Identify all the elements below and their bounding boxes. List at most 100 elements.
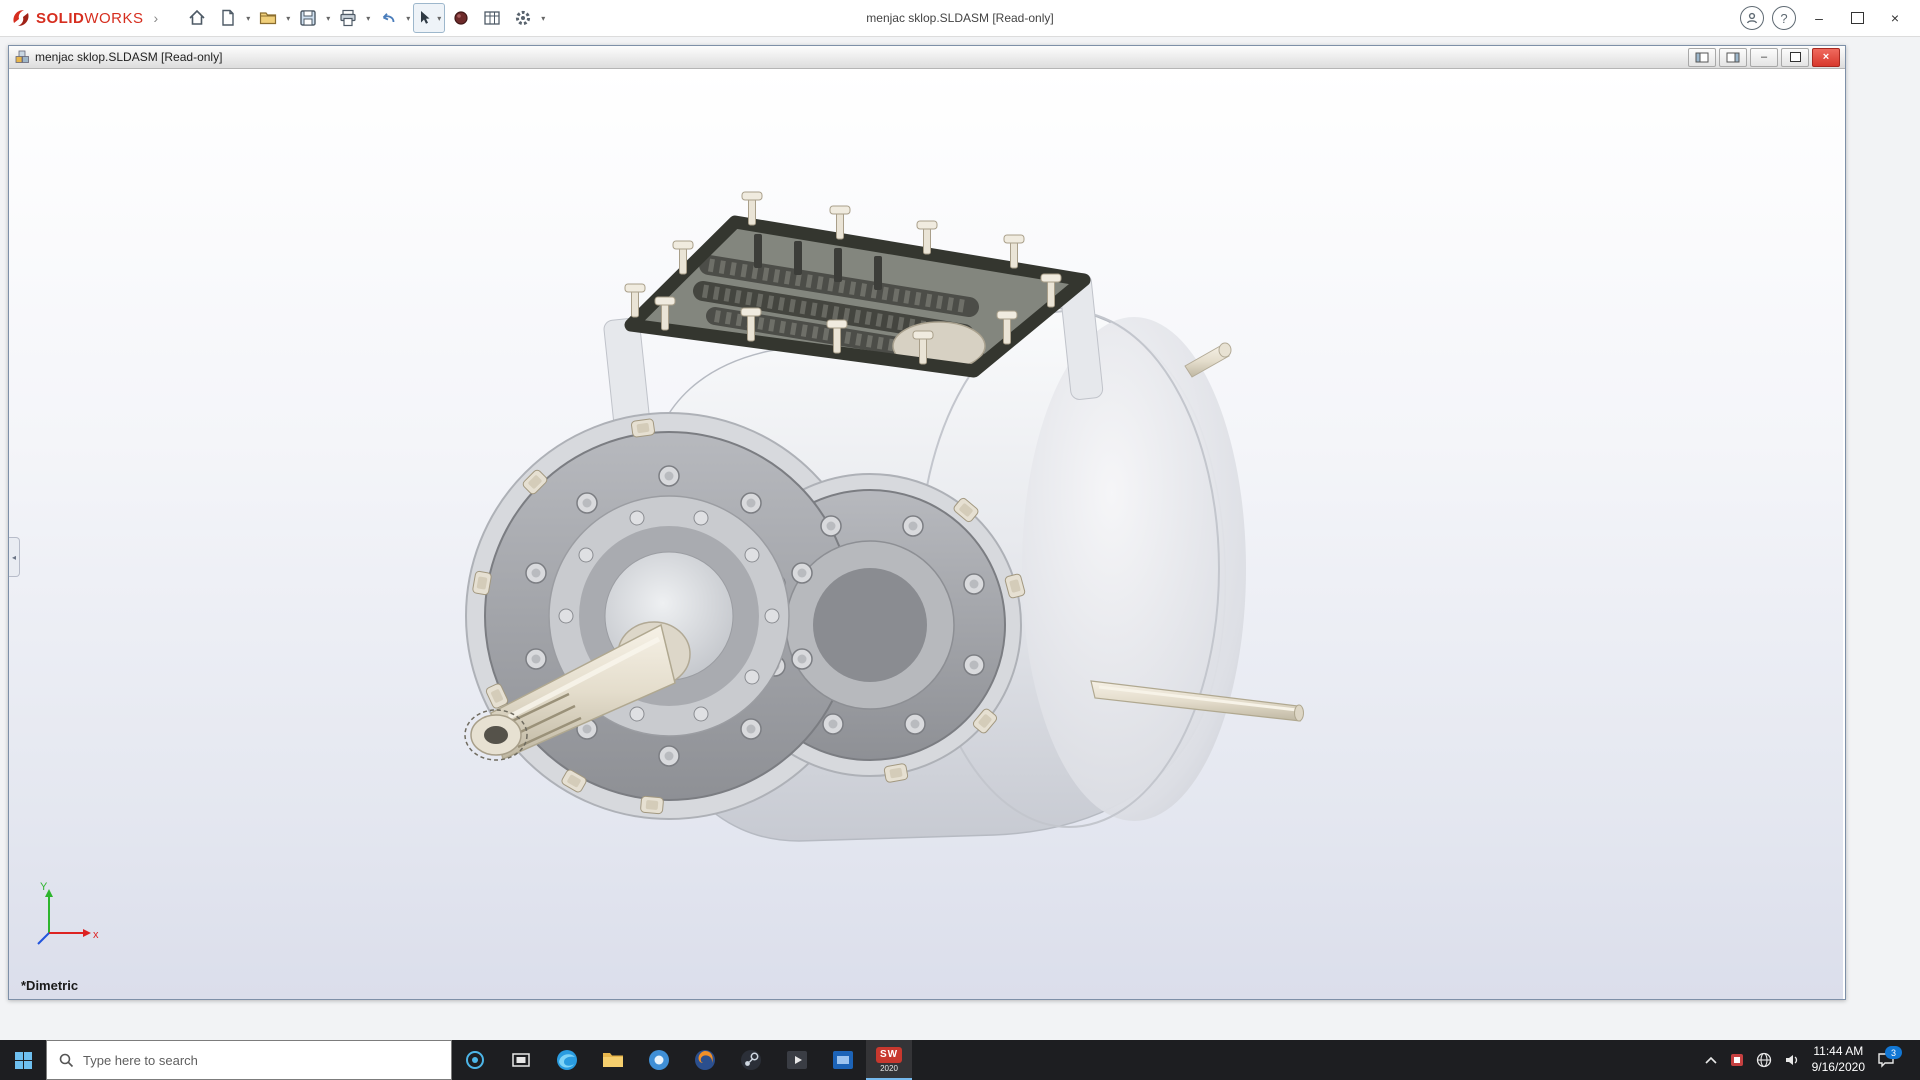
help-icon: ? — [1780, 11, 1787, 26]
select-dropdown-icon[interactable]: ▾ — [435, 14, 443, 23]
app-maximize-button[interactable] — [1842, 5, 1872, 31]
design-table-button[interactable] — [477, 3, 507, 33]
tray-expand-icon[interactable] — [1704, 1055, 1718, 1065]
skype-icon[interactable] — [636, 1040, 682, 1080]
taskbar: Type here to search — [0, 1040, 1920, 1080]
document-window-controls: – × — [1688, 48, 1840, 67]
firefox-icon[interactable] — [682, 1040, 728, 1080]
home-button[interactable] — [182, 3, 212, 33]
select-tool-button[interactable]: ▾ — [413, 3, 445, 33]
resource-monitor-icon[interactable] — [1730, 1053, 1744, 1067]
graphics-viewport[interactable]: ◂ Y x *Dimetric — [9, 69, 1843, 999]
new-document-icon — [218, 8, 238, 28]
save-dropdown-icon[interactable]: ▾ — [324, 14, 332, 23]
x-axis-arrow — [83, 929, 91, 937]
pane-left-icon — [1695, 52, 1709, 63]
select-cursor-icon — [415, 8, 435, 28]
pane-right-icon — [1726, 52, 1740, 63]
search-icon — [59, 1053, 74, 1068]
solidworks-window: SOLIDWORKS › ▾ ▾ ▾ ▾ — [0, 0, 1920, 1080]
brand-works: WORKS — [84, 10, 143, 27]
user-icon — [1745, 11, 1759, 25]
network-icon[interactable] — [1756, 1052, 1772, 1068]
print-icon — [338, 8, 358, 28]
orientation-triad[interactable]: Y x — [31, 881, 105, 953]
windows-logo-icon — [15, 1052, 32, 1069]
movies-app-icon[interactable] — [820, 1040, 866, 1080]
undo-icon — [378, 8, 398, 28]
brand-solid: SOLID — [36, 10, 84, 27]
solidworks-version-label: 2020 — [880, 1065, 898, 1073]
doc-minimize-icon: – — [1761, 52, 1767, 63]
save-icon — [298, 8, 318, 28]
new-document-dropdown-icon[interactable]: ▾ — [244, 14, 252, 23]
quick-access-toolbar: ▾ ▾ ▾ ▾ ▾ ▾ — [182, 3, 547, 33]
solidworks-app-logo: SW — [876, 1047, 902, 1063]
taskbar-search-input[interactable]: Type here to search — [46, 1040, 452, 1080]
account-button[interactable] — [1740, 6, 1764, 30]
gearbox-model — [9, 69, 1843, 999]
save-button[interactable] — [293, 3, 323, 33]
start-button[interactable] — [0, 1040, 46, 1080]
maximize-icon — [1851, 12, 1864, 24]
open-dropdown-icon[interactable]: ▾ — [284, 14, 292, 23]
doc-close-icon: × — [1823, 52, 1829, 63]
collapse-icon: ◂ — [12, 553, 16, 562]
solidworks-logo: SOLIDWORKS › — [0, 7, 158, 29]
task-view-icon — [511, 1050, 531, 1070]
macro-ball-icon — [451, 8, 471, 28]
app-minimize-button[interactable]: – — [1804, 5, 1834, 31]
app-title: menjac sklop.SLDASM [Read-only] — [866, 11, 1053, 25]
doc-restore-icon — [1790, 52, 1801, 62]
system-tray: 11:44 AM 9/16/2020 3 — [1704, 1040, 1920, 1080]
taskbar-spacer — [912, 1040, 1704, 1080]
app-close-button[interactable]: × — [1880, 5, 1910, 31]
document-title: menjac sklop.SLDASM [Read-only] — [35, 50, 222, 64]
notification-badge: 3 — [1885, 1046, 1902, 1059]
undo-button[interactable] — [373, 3, 403, 33]
app-window-controls: ? – × — [1740, 5, 1920, 31]
x-axis-label: x — [93, 929, 99, 941]
document-titlebar[interactable]: menjac sklop.SLDASM [Read-only] – × — [9, 46, 1845, 69]
options-dropdown-icon[interactable]: ▾ — [539, 14, 547, 23]
solidworks-logo-icon — [10, 7, 32, 29]
media-player-icon[interactable] — [774, 1040, 820, 1080]
undo-dropdown-icon[interactable]: ▾ — [404, 14, 412, 23]
taskbar-clock[interactable]: 11:44 AM 9/16/2020 — [1812, 1044, 1865, 1075]
print-button[interactable] — [333, 3, 363, 33]
help-button[interactable]: ? — [1772, 6, 1796, 30]
new-document-button[interactable] — [213, 3, 243, 33]
panel-collapse-tab[interactable]: ◂ — [9, 537, 20, 577]
edge-icon[interactable] — [544, 1040, 590, 1080]
minimize-icon: – — [1815, 10, 1823, 26]
file-explorer-icon[interactable] — [590, 1040, 636, 1080]
app-titlebar: SOLIDWORKS › ▾ ▾ ▾ ▾ — [0, 0, 1920, 37]
cortana-button[interactable] — [452, 1040, 498, 1080]
assembly-document-icon — [14, 49, 30, 65]
doc-close-button[interactable]: × — [1812, 48, 1840, 67]
cortana-icon — [464, 1049, 486, 1071]
doc-minimize-button[interactable]: – — [1750, 48, 1778, 67]
open-button[interactable] — [253, 3, 283, 33]
macro-button[interactable] — [446, 3, 476, 33]
pane-right-toggle-button[interactable] — [1719, 48, 1747, 67]
pane-left-toggle-button[interactable] — [1688, 48, 1716, 67]
doc-restore-button[interactable] — [1781, 48, 1809, 67]
y-axis-label: Y — [40, 881, 48, 893]
task-view-button[interactable] — [498, 1040, 544, 1080]
clock-date: 9/16/2020 — [1812, 1060, 1865, 1076]
design-table-icon — [482, 8, 502, 28]
brand-expand-icon[interactable]: › — [154, 10, 159, 26]
action-center-button[interactable]: 3 — [1877, 1052, 1895, 1068]
brand-text: SOLIDWORKS — [36, 10, 144, 27]
z-axis-line — [38, 933, 49, 944]
clock-time: 11:44 AM — [1813, 1044, 1863, 1060]
options-button[interactable] — [508, 3, 538, 33]
open-folder-icon — [258, 8, 278, 28]
volume-icon[interactable] — [1784, 1052, 1800, 1068]
solidworks-taskbar-icon[interactable]: SW 2020 — [866, 1040, 912, 1080]
search-placeholder: Type here to search — [83, 1053, 198, 1068]
print-dropdown-icon[interactable]: ▾ — [364, 14, 372, 23]
close-icon: × — [1891, 10, 1899, 26]
steam-icon[interactable] — [728, 1040, 774, 1080]
